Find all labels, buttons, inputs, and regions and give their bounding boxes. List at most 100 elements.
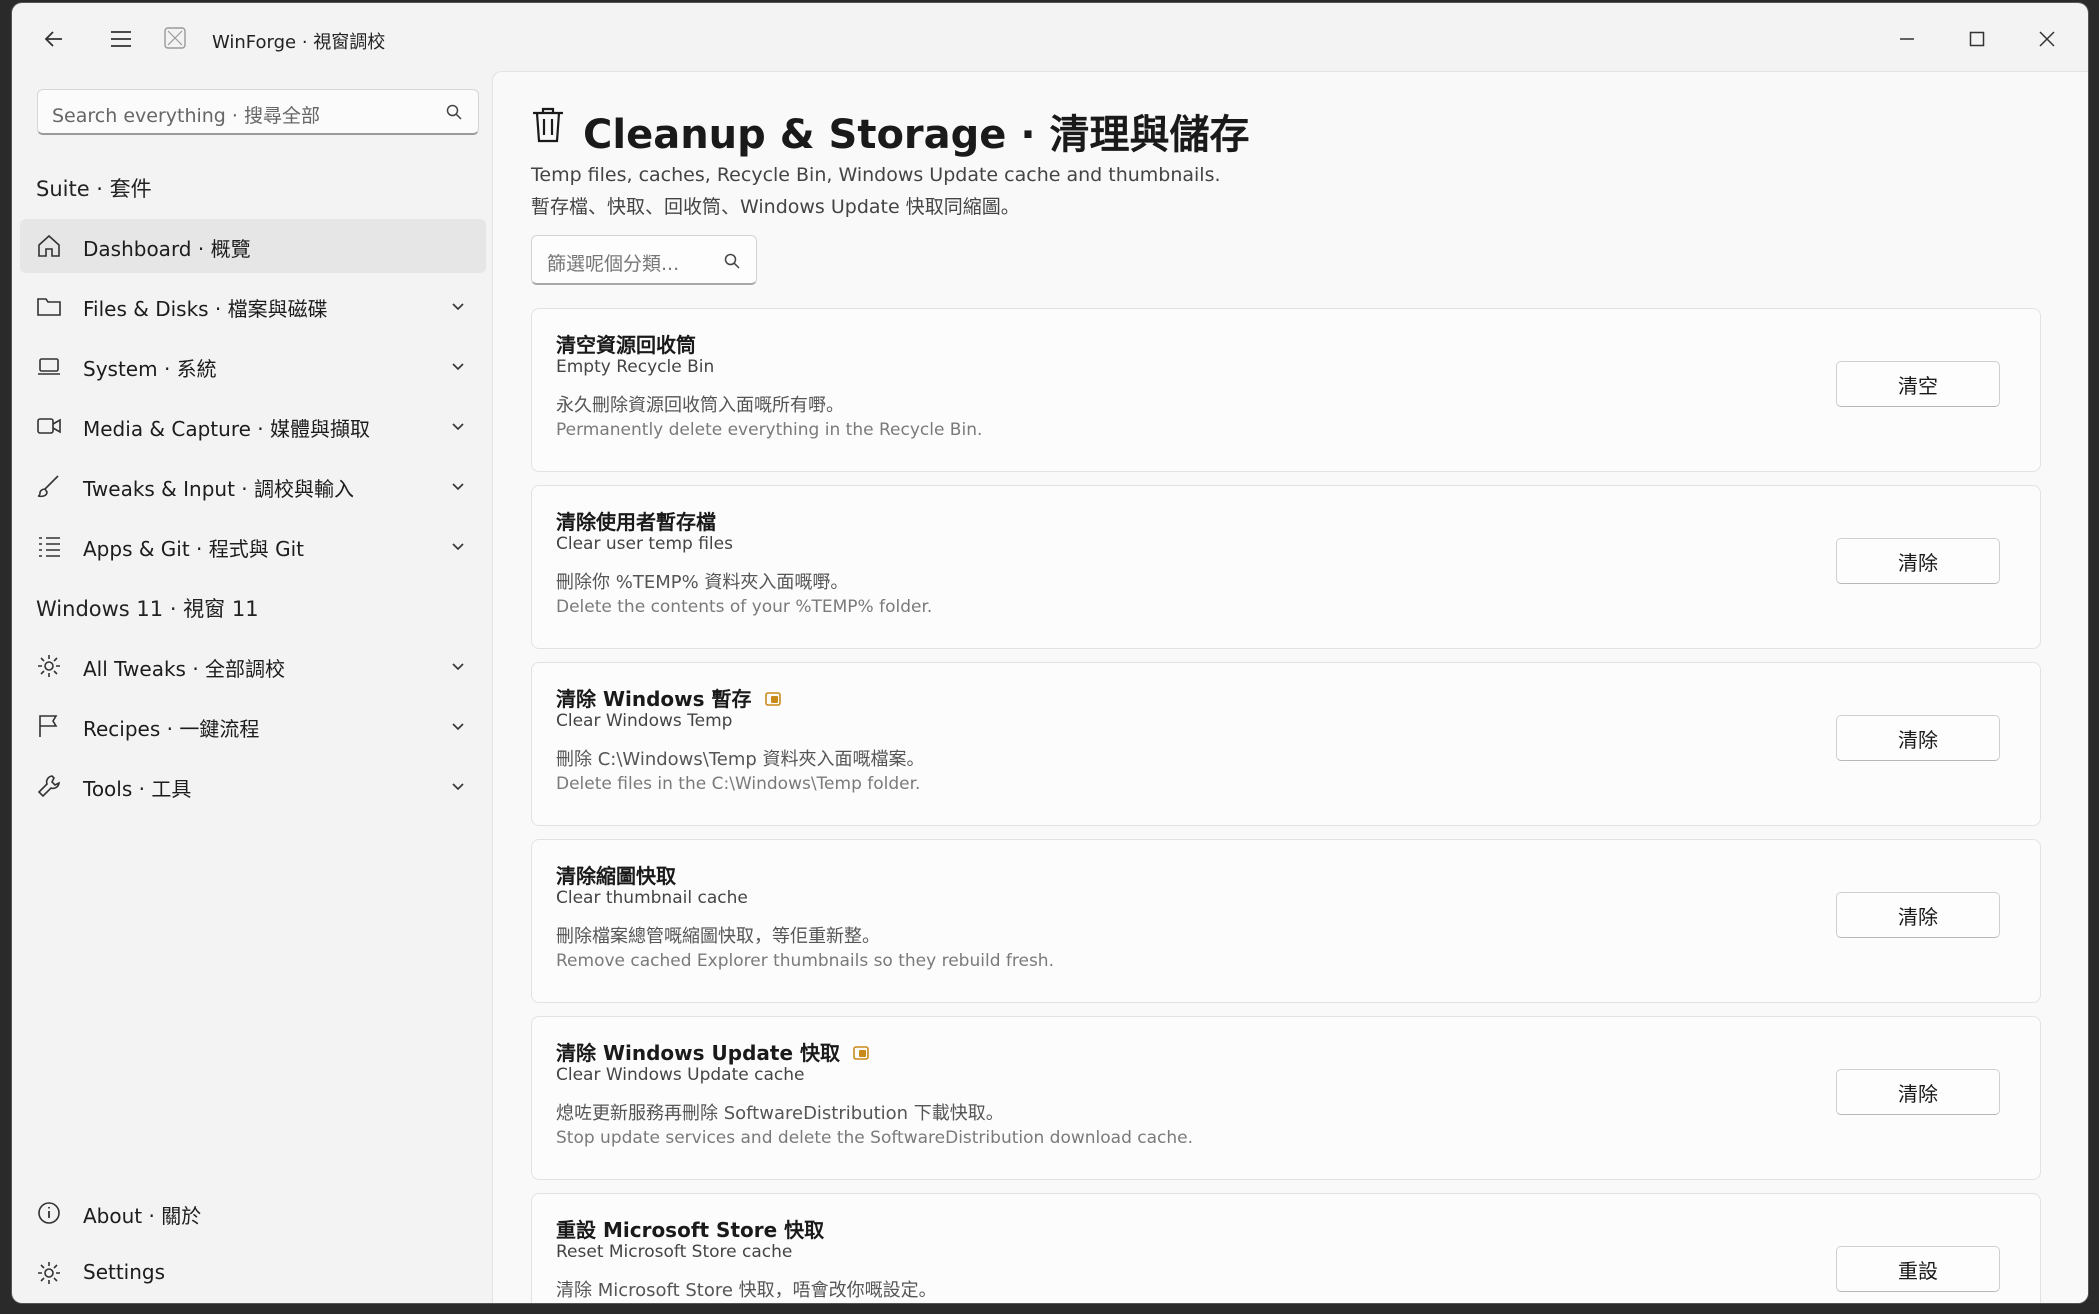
sidebar-item-label: Tweaks & Input · 調校與輸入 bbox=[83, 477, 354, 501]
card-title-wrap: 清除 Windows 暫存 bbox=[556, 683, 782, 712]
sidebar-item-label: Apps & Git · 程式與 Git bbox=[83, 537, 305, 561]
chevron-down-icon bbox=[452, 303, 464, 311]
info-icon bbox=[38, 1202, 60, 1224]
card-subtitle: Clear Windows Temp bbox=[556, 711, 733, 731]
sidebar-item-label: Files & Disks · 檔案與磁碟 bbox=[83, 297, 328, 321]
home-icon bbox=[38, 234, 60, 257]
app-title: WinForge · 視窗調校 bbox=[212, 32, 386, 53]
title-bar: WinForge · 視窗調校 bbox=[12, 3, 2088, 71]
sidebar-item-system[interactable]: System · 系統 bbox=[20, 339, 486, 393]
section-header-windows11: Windows 11 · 視窗 11 bbox=[36, 597, 259, 621]
admin-shield-icon bbox=[853, 1046, 869, 1060]
sidebar-item-apps-git[interactable]: Apps & Git · 程式與 Git bbox=[20, 519, 486, 573]
trash-icon bbox=[533, 107, 563, 143]
chevron-down-icon bbox=[452, 723, 464, 731]
card-subtitle: Clear user temp files bbox=[556, 534, 733, 554]
clear-user-temp-button[interactable]: 清除 bbox=[1836, 538, 2000, 584]
section-header-suite: Suite · 套件 bbox=[36, 177, 152, 201]
sidebar-item-label: Media & Capture · 媒體與擷取 bbox=[83, 417, 370, 441]
card-title-wrap: 清除 Windows Update 快取 bbox=[556, 1037, 870, 1066]
maximize-button[interactable] bbox=[1942, 17, 2012, 61]
flag-icon bbox=[39, 715, 58, 737]
card-description-en: Delete files in the C:\Windows\Temp fold… bbox=[556, 774, 921, 794]
chevron-down-icon bbox=[452, 543, 464, 551]
card-subtitle: Empty Recycle Bin bbox=[556, 357, 715, 377]
card-description: 刪除檔案總管嘅縮圖快取，等佢重新整。 bbox=[556, 926, 880, 947]
card-description: 永久刪除資源回收筒入面嘅所有嘢。 bbox=[556, 395, 844, 416]
card-subtitle: Reset Microsoft Store cache bbox=[556, 1242, 793, 1262]
sidebar-item-files-disks[interactable]: Files & Disks · 檔案與磁碟 bbox=[20, 279, 486, 333]
minimize-button[interactable] bbox=[1872, 17, 1942, 61]
card-description: 清除 Microsoft Store 快取，唔會改你嘅設定。 bbox=[556, 1280, 937, 1301]
sidebar-item-all-tweaks[interactable]: All Tweaks · 全部調校 bbox=[20, 639, 486, 693]
gear-icon bbox=[38, 655, 60, 677]
back-button[interactable] bbox=[32, 17, 76, 61]
laptop-icon bbox=[38, 358, 60, 375]
clear-windows-update-cache-button[interactable]: 清除 bbox=[1836, 1069, 2000, 1115]
list-icon bbox=[39, 537, 60, 557]
sidebar-item-recipes[interactable]: Recipes · 一鍵流程 bbox=[20, 699, 486, 753]
filter-placeholder: 篩選呢個分類... bbox=[547, 253, 680, 275]
sidebar-item-label: Recipes · 一鍵流程 bbox=[83, 717, 260, 741]
reset-store-cache-button[interactable]: 重設 bbox=[1836, 1246, 2000, 1292]
page-subtitle-en: Temp files, caches, Recycle Bin, Windows… bbox=[531, 164, 1221, 186]
app-logo-icon bbox=[164, 27, 186, 49]
action-card-windows-update-cache: 清除 Windows Update 快取 Clear Windows Updat… bbox=[531, 1016, 2041, 1180]
back-arrow-icon bbox=[44, 31, 62, 47]
card-description-en: Delete the contents of your %TEMP% folde… bbox=[556, 597, 933, 617]
sidebar-item-tools[interactable]: Tools · 工具 bbox=[20, 759, 486, 813]
sidebar-item-tweaks-input[interactable]: Tweaks & Input · 調校與輸入 bbox=[20, 459, 486, 513]
gear-icon bbox=[38, 1262, 60, 1284]
sidebar-item-label: Tools · 工具 bbox=[83, 777, 192, 801]
card-title: 清除 Windows Update 快取 bbox=[556, 1041, 840, 1065]
action-card-store-cache: 重設 Microsoft Store 快取 Reset Microsoft St… bbox=[531, 1193, 2041, 1303]
card-description-en: Stop update services and delete the Soft… bbox=[556, 1128, 1194, 1148]
category-filter-input[interactable]: 篩選呢個分類... bbox=[531, 235, 757, 285]
card-subtitle: Clear thumbnail cache bbox=[556, 888, 748, 908]
card-description-en: Remove cached Explorer thumbnails so the… bbox=[556, 951, 1054, 971]
search-placeholder: Search everything · 搜尋全部 bbox=[52, 105, 320, 127]
card-description: 刪除 C:\Windows\Temp 資料夾入面嘅檔案。 bbox=[556, 749, 925, 770]
sidebar-item-media-capture[interactable]: Media & Capture · 媒體與擷取 bbox=[20, 399, 486, 453]
hamburger-icon bbox=[111, 31, 131, 47]
chevron-down-icon bbox=[452, 363, 464, 371]
maximize-icon bbox=[1969, 31, 1985, 47]
sidebar-item-settings[interactable]: Settings bbox=[20, 1246, 486, 1300]
brush-icon bbox=[37, 475, 59, 498]
clear-windows-temp-button[interactable]: 清除 bbox=[1836, 715, 2000, 761]
card-title: 清除 Windows 暫存 bbox=[556, 687, 752, 711]
admin-shield-icon bbox=[764, 692, 781, 706]
card-description: 刪除你 %TEMP% 資料夾入面嘅嘢。 bbox=[556, 572, 849, 593]
card-title: 重設 Microsoft Store 快取 bbox=[556, 1218, 825, 1242]
sidebar-item-label: About · 關於 bbox=[83, 1204, 202, 1228]
sidebar-item-label: Dashboard · 概覽 bbox=[83, 237, 251, 261]
chevron-down-icon bbox=[452, 663, 464, 671]
video-icon bbox=[37, 418, 61, 434]
page-subtitle-zh: 暫存檔、快取、回收筒、Windows Update 快取同縮圖。 bbox=[531, 196, 1020, 218]
sidebar: Search everything · 搜尋全部 Suite · 套件 Dash… bbox=[12, 71, 498, 1303]
chevron-down-icon bbox=[452, 783, 464, 791]
main-content: Cleanup & Storage · 清理與儲存 Temp files, ca… bbox=[492, 71, 2088, 1303]
sidebar-item-dashboard[interactable]: Dashboard · 概覽 bbox=[20, 219, 486, 273]
search-input[interactable]: Search everything · 搜尋全部 bbox=[37, 89, 479, 135]
card-subtitle: Clear Windows Update cache bbox=[556, 1065, 805, 1085]
chevron-down-icon bbox=[452, 483, 464, 491]
card-title: 清空資源回收筒 bbox=[556, 333, 696, 357]
sidebar-item-label: All Tweaks · 全部調校 bbox=[83, 657, 286, 681]
action-card-thumbnail-cache: 清除縮圖快取 Clear thumbnail cache 刪除檔案總管嘅縮圖快取… bbox=[531, 839, 2041, 1003]
sidebar-item-about[interactable]: About · 關於 bbox=[20, 1186, 486, 1240]
close-icon bbox=[2039, 31, 2055, 47]
card-title: 清除使用者暫存檔 bbox=[556, 510, 716, 534]
menu-button[interactable] bbox=[99, 17, 143, 61]
minimize-icon bbox=[1900, 38, 1914, 40]
action-card-user-temp: 清除使用者暫存檔 Clear user temp files 刪除你 %TEMP… bbox=[531, 485, 2041, 649]
close-button[interactable] bbox=[2012, 17, 2082, 61]
card-title: 清除縮圖快取 bbox=[556, 864, 676, 888]
chevron-down-icon bbox=[452, 423, 464, 431]
app-window: WinForge · 視窗調校 Search everything · 搜尋全部… bbox=[12, 3, 2088, 1303]
sidebar-item-label: Settings bbox=[83, 1260, 166, 1284]
action-card-empty-recycle-bin: 清空資源回收筒 Empty Recycle Bin 永久刪除資源回收筒入面嘅所有… bbox=[531, 308, 2041, 472]
clear-thumbnail-cache-button[interactable]: 清除 bbox=[1836, 892, 2000, 938]
card-description: 熄咗更新服務再刪除 SoftwareDistribution 下載快取。 bbox=[556, 1103, 1004, 1124]
empty-recycle-bin-button[interactable]: 清空 bbox=[1836, 361, 2000, 407]
